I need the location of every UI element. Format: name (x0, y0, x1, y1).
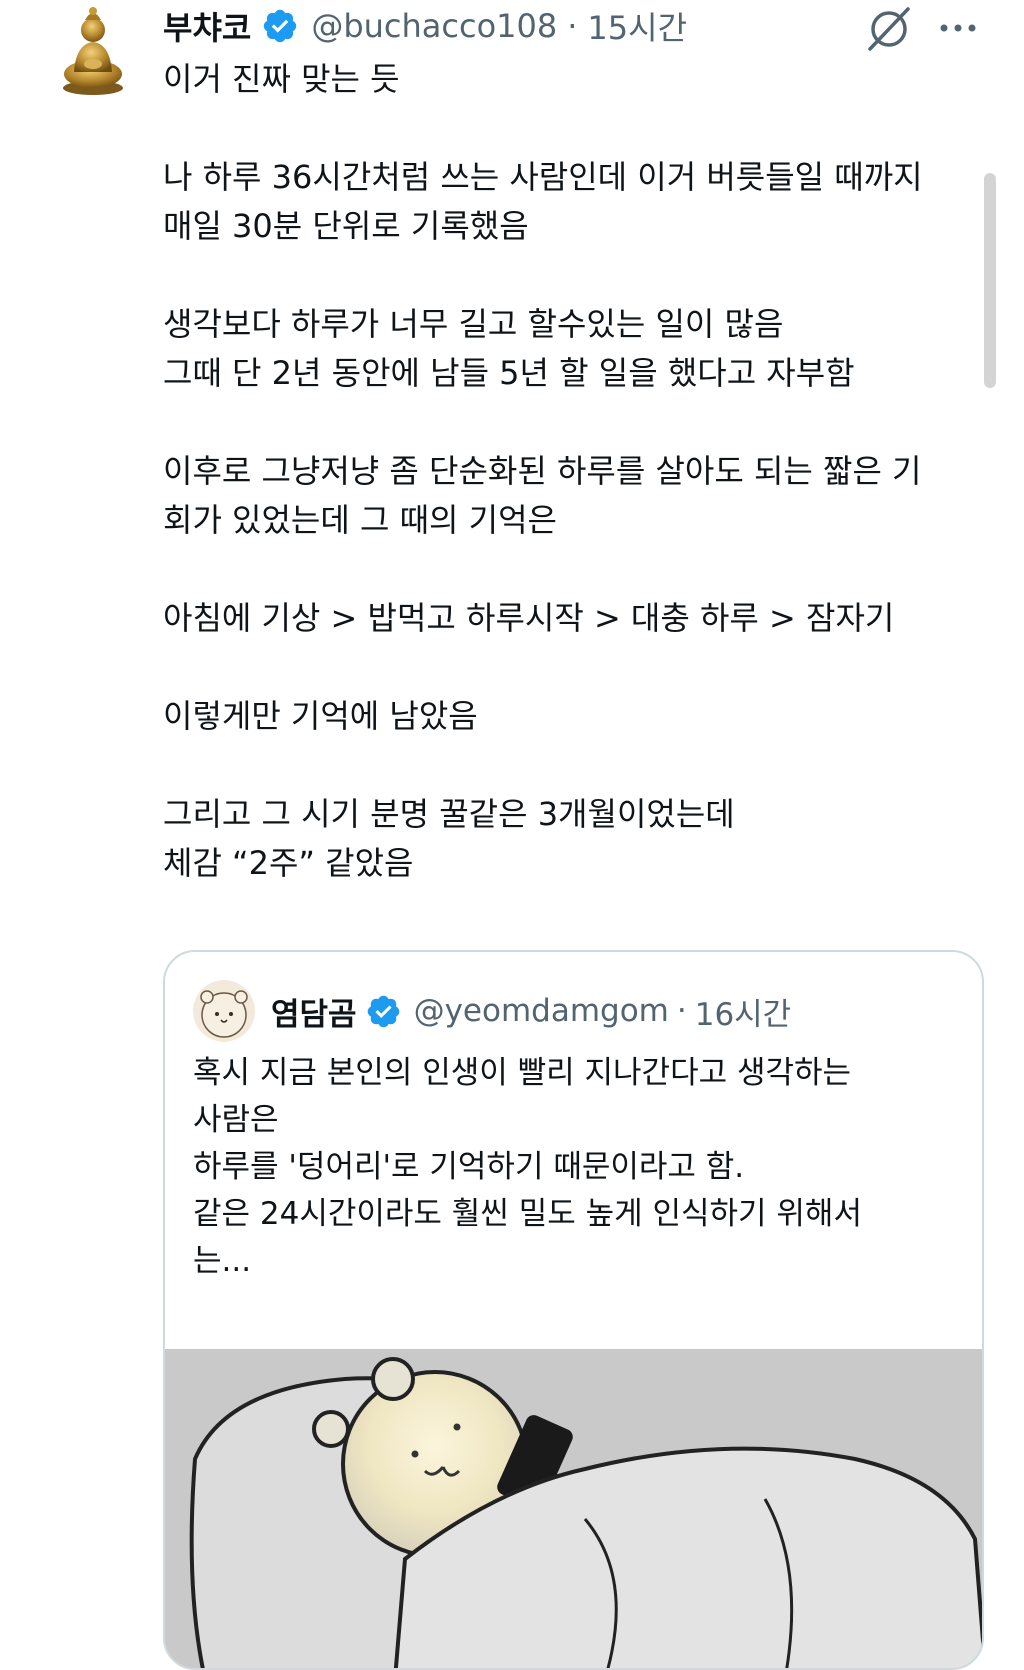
separator-dot: · (567, 7, 578, 45)
tweet-header: 부챠코 @buchacco108 · 15시간 (163, 0, 687, 52)
sleeping-bear-illustration (165, 1349, 982, 1668)
tweet-timestamp[interactable]: 15시간 (587, 3, 687, 49)
author-avatar[interactable] (52, 2, 134, 98)
tweet-line: 회가 있었는데 그 때의 기억은 (163, 501, 557, 539)
tweet-blank-line (163, 643, 963, 692)
quoted-tweet-line: 사람은 (193, 1102, 279, 1138)
tweet-blank-line (163, 545, 963, 594)
tweet-line: 체감 “2주” 같았음 (163, 844, 414, 882)
separator-dot: · (676, 993, 687, 1029)
verified-badge-icon[interactable] (261, 7, 299, 45)
quoted-tweet-line: 혹시 지금 본인의 인생이 빨리 지나간다고 생각하는 (193, 1055, 852, 1091)
tweet-line: 이거 진짜 맞는 듯 (163, 60, 400, 98)
tweet-line: 그때 단 2년 동안에 남들 5년 할 일을 했다고 자부함 (163, 354, 855, 392)
quoted-author-display-name[interactable]: 염담곰 (271, 989, 357, 1034)
tweet-line: 생각보다 하루가 너무 길고 할수있는 일이 많음 (163, 305, 784, 343)
quoted-tweet-header: 염담곰 @yeomdamgom · 16시간 (193, 980, 791, 1042)
author-handle[interactable]: @buchacco108 (311, 7, 557, 45)
scrollbar-thumb[interactable] (984, 173, 996, 388)
tweet-body: 이거 진짜 맞는 듯 나 하루 36시간처럼 쓰는 사람인데 이거 버릇들일 때… (163, 55, 963, 888)
quoted-tweet-body: 혹시 지금 본인의 인생이 빨리 지나간다고 생각하는 사람은 하루를 '덩어리… (193, 1050, 948, 1285)
author-display-name[interactable]: 부챠코 (163, 3, 251, 49)
tweet-line: 그리고 그 시기 분명 꿀같은 3개월이었는데 (163, 795, 735, 833)
tweet-line: 나 하루 36시간처럼 쓰는 사람인데 이거 버릇들일 때까지 (163, 158, 923, 196)
quoted-author-handle[interactable]: @yeomdamgom (414, 993, 669, 1029)
quoted-tweet-line: 하루를 '덩어리'로 기억하기 때문이라고 함. (193, 1149, 745, 1185)
verified-badge-icon[interactable] (365, 993, 402, 1030)
quoted-tweet-timestamp[interactable]: 16시간 (695, 989, 792, 1034)
tweet-blank-line (163, 104, 963, 153)
quoted-tweet-line: 는... (193, 1243, 252, 1279)
quoted-tweet-line: 같은 24시간이라도 훨씬 밀도 높게 인식하기 위해서 (193, 1196, 862, 1232)
grok-icon[interactable] (864, 6, 914, 52)
quoted-tweet-image[interactable] (165, 1349, 982, 1668)
quoted-author-avatar[interactable] (193, 980, 255, 1042)
tweet-line: 이후로 그냥저냥 좀 단순화된 하루를 살아도 되는 짧은 기 (163, 452, 922, 490)
quoted-tweet-card[interactable]: 염담곰 @yeomdamgom · 16시간 혹시 지금 본인의 인생이 빨리 … (163, 950, 984, 1670)
tweet-line: 매일 30분 단위로 기록했음 (163, 207, 529, 245)
tweet-line: 이렇게만 기억에 남았음 (163, 697, 478, 735)
more-options-icon[interactable] (934, 8, 982, 48)
tweet-blank-line (163, 251, 963, 300)
tweet-blank-line (163, 398, 963, 447)
bear-face-icon (193, 980, 255, 1042)
tweet-line: 아침에 기상 > 밥먹고 하루시작 > 대충 하루 > 잠자기 (163, 599, 895, 637)
tweet-blank-line (163, 741, 963, 790)
buddha-statue-image (63, 7, 123, 95)
